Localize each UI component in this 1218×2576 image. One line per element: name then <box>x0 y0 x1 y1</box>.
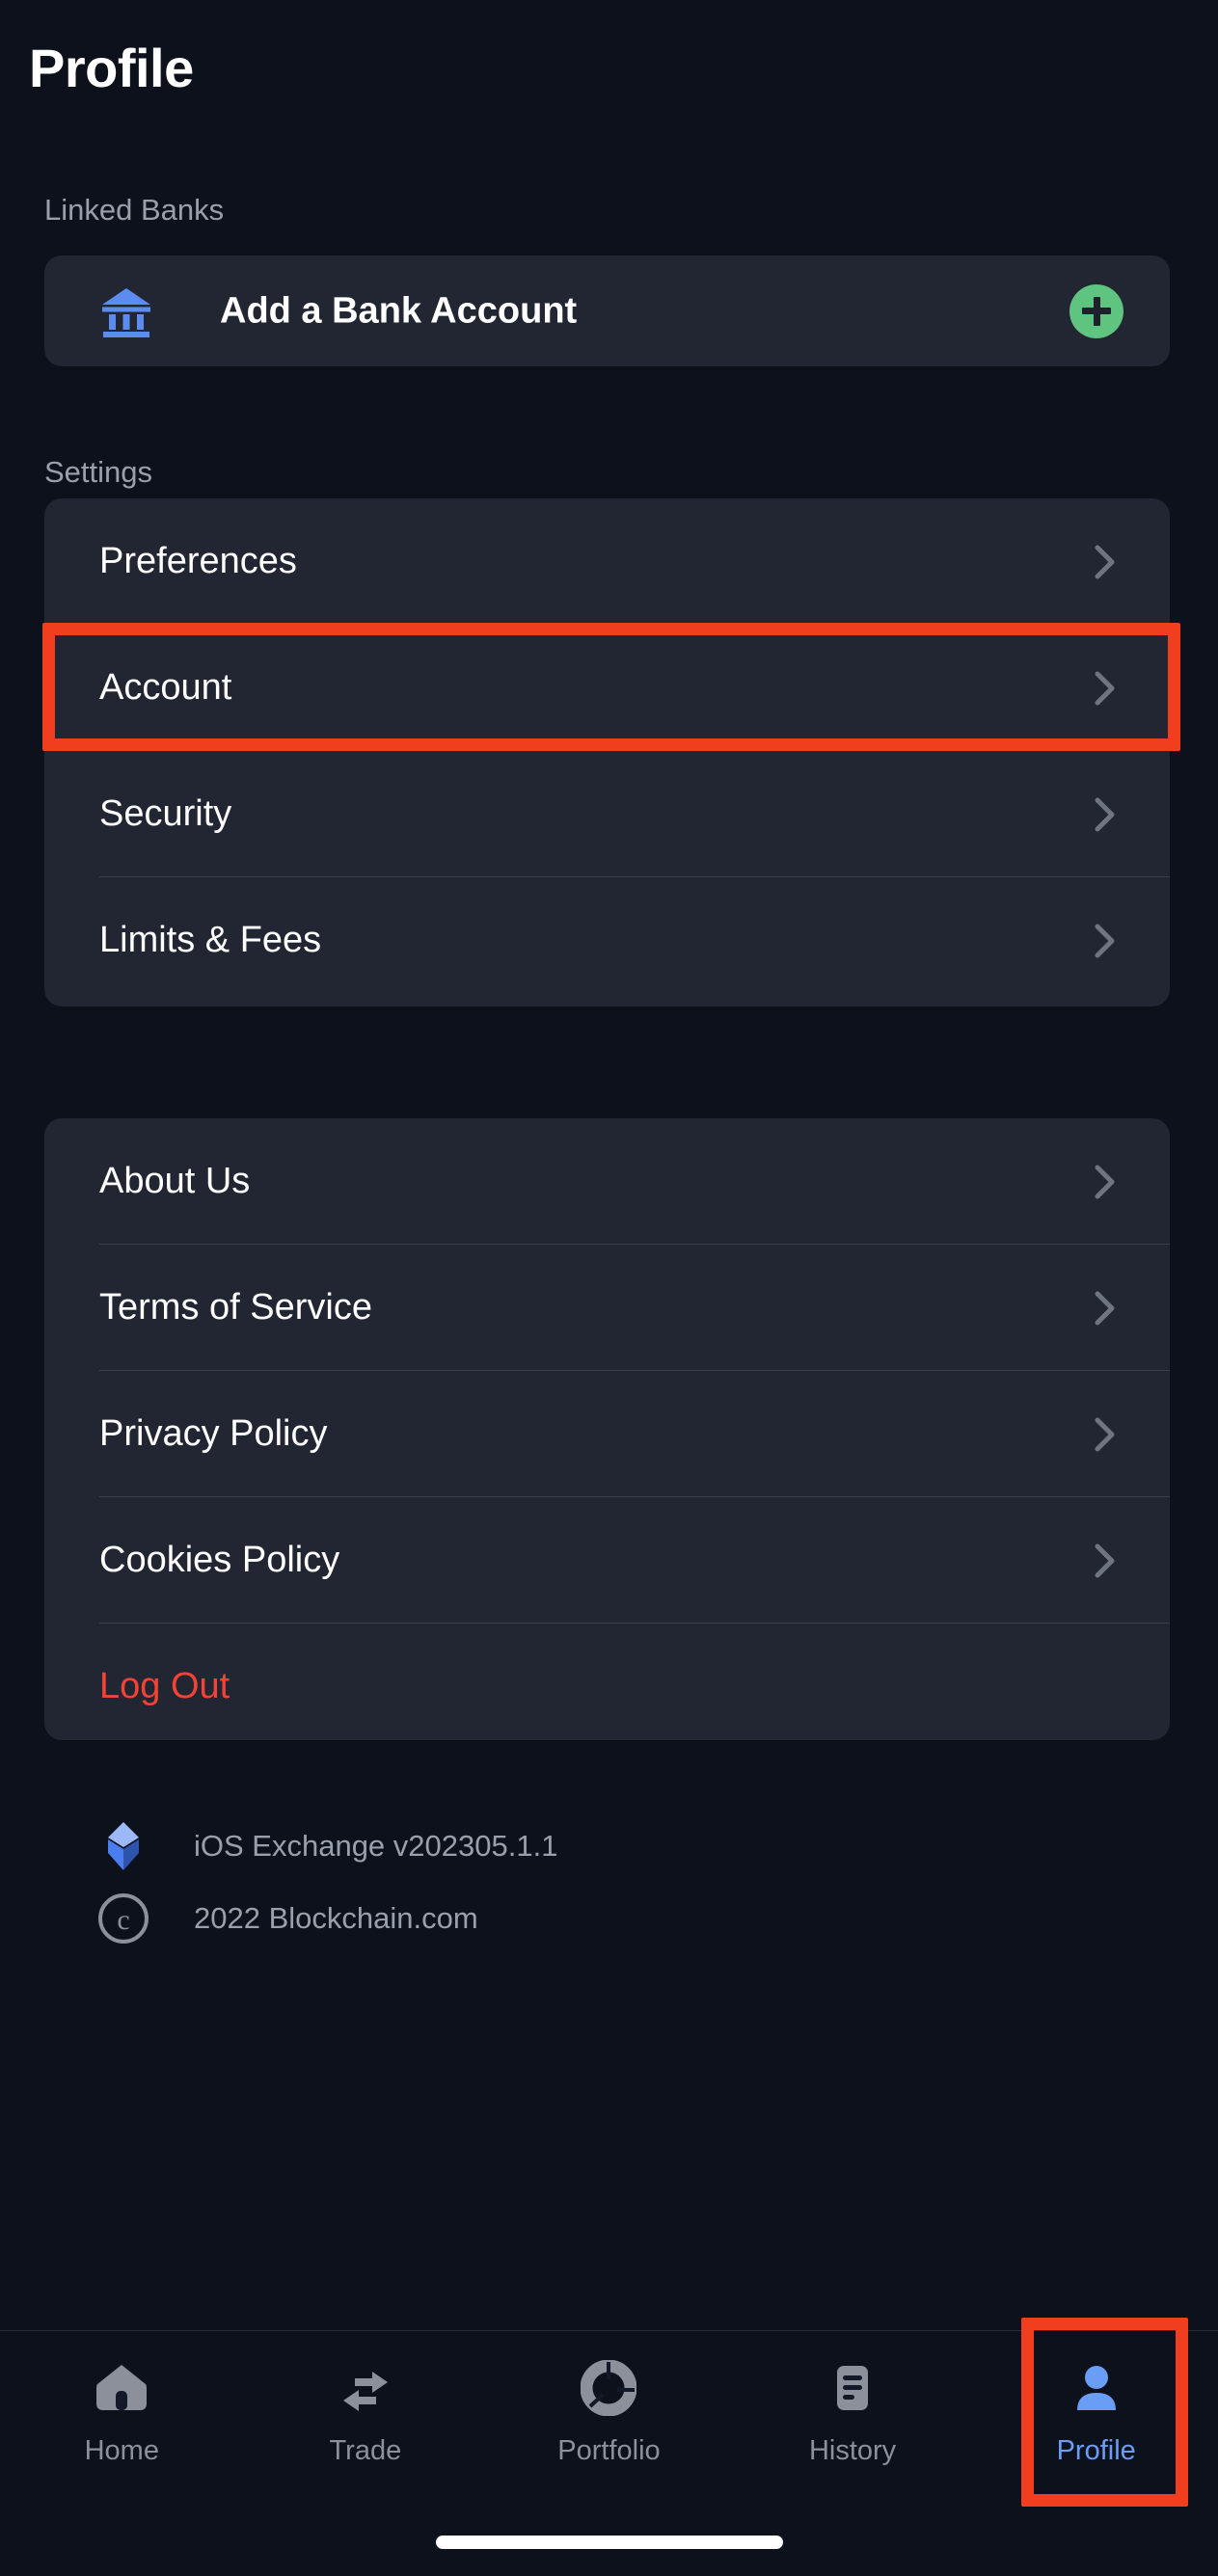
home-indicator <box>435 2536 783 2549</box>
document-lines-icon <box>825 2360 880 2416</box>
section-label-settings: Settings <box>44 455 153 489</box>
chevron-right-icon <box>1095 1165 1116 1199</box>
log-out-label: Log Out <box>99 1666 230 1706</box>
settings-card: Preferences Account Security Limits & Fe… <box>44 498 1170 1006</box>
linked-banks-card: Add a Bank Account <box>44 255 1170 366</box>
tab-profile[interactable]: Profile <box>974 2331 1218 2519</box>
add-bank-account-label: Add a Bank Account <box>220 290 578 331</box>
app-version-text: iOS Exchange v202305.1.1 <box>194 1829 558 1863</box>
tab-trade[interactable]: Trade <box>244 2331 488 2519</box>
settings-row-preferences[interactable]: Preferences <box>44 498 1170 625</box>
settings-row-limits-and-fees[interactable]: Limits & Fees <box>44 877 1170 1004</box>
legal-row-cookies-policy[interactable]: Cookies Policy <box>44 1497 1170 1623</box>
chevron-right-icon <box>1095 671 1116 706</box>
legal-row-terms-of-service[interactable]: Terms of Service <box>44 1245 1170 1371</box>
donut-chart-icon <box>580 2359 637 2417</box>
settings-row-label: Limits & Fees <box>99 920 322 960</box>
bottom-tab-bar: Home Trade Portfolio History Profile <box>0 2330 1218 2576</box>
settings-row-label: Account <box>99 667 232 708</box>
legal-row-about-us[interactable]: About Us <box>44 1118 1170 1245</box>
section-label-linked-banks: Linked Banks <box>44 193 225 227</box>
legal-row-label: Terms of Service <box>99 1287 372 1328</box>
tab-home[interactable]: Home <box>0 2331 244 2519</box>
legal-row-label: Cookies Policy <box>99 1540 340 1580</box>
home-icon <box>94 2360 149 2416</box>
copyright-text: 2022 Blockchain.com <box>194 1901 478 1935</box>
chevron-right-icon <box>1095 545 1116 579</box>
tab-label: History <box>808 2435 897 2466</box>
svg-text:c: c <box>117 1904 129 1936</box>
chevron-right-icon <box>1095 1543 1116 1578</box>
copyright-icon: c <box>95 1890 152 1947</box>
log-out-row[interactable]: Log Out <box>44 1623 1170 1750</box>
settings-row-security[interactable]: Security <box>44 751 1170 877</box>
blockchain-logo-icon <box>95 1817 152 1875</box>
legal-row-label: About Us <box>99 1161 251 1201</box>
tab-label: Trade <box>329 2435 402 2466</box>
legal-card: About Us Terms of Service Privacy Policy… <box>44 1118 1170 1740</box>
copyright-row: c 2022 Blockchain.com <box>95 1890 478 1947</box>
legal-row-label: Privacy Policy <box>99 1413 328 1454</box>
settings-row-label: Security <box>99 793 232 834</box>
settings-row-account[interactable]: Account <box>44 625 1170 751</box>
bank-icon <box>99 284 153 338</box>
plus-icon[interactable] <box>1069 283 1123 338</box>
swap-arrows-icon <box>338 2360 393 2416</box>
chevron-right-icon <box>1095 1291 1116 1326</box>
add-bank-account-row[interactable]: Add a Bank Account <box>44 255 1170 366</box>
tab-portfolio[interactable]: Portfolio <box>487 2331 731 2519</box>
person-icon <box>1069 2360 1124 2416</box>
chevron-right-icon <box>1095 797 1116 832</box>
chevron-right-icon <box>1095 924 1116 958</box>
chevron-right-icon <box>1095 1417 1116 1452</box>
tab-history[interactable]: History <box>731 2331 975 2519</box>
app-version-row: iOS Exchange v202305.1.1 <box>95 1817 557 1875</box>
tab-label: Profile <box>1056 2435 1136 2466</box>
legal-row-privacy-policy[interactable]: Privacy Policy <box>44 1371 1170 1497</box>
tab-label: Portfolio <box>557 2435 661 2466</box>
tab-label: Home <box>84 2435 159 2466</box>
settings-row-label: Preferences <box>99 541 297 581</box>
page-title: Profile <box>29 38 194 98</box>
profile-screen: Profile Linked Banks Add a Bank Account … <box>0 0 1218 2576</box>
